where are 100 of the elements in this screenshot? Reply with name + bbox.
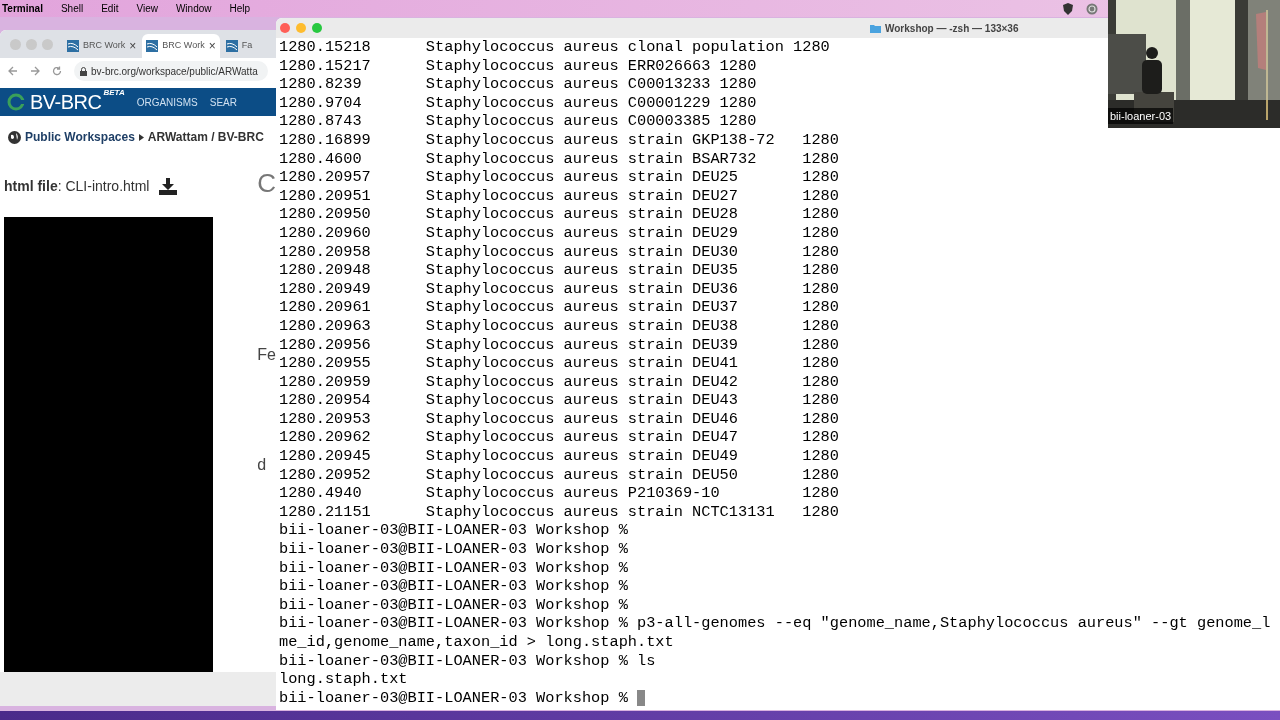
genome-entry: Staphylococcus aureus strain DEU42 1280 xyxy=(425,372,839,392)
genome-entry: Staphylococcus aureus strain NCTC13131 1280 xyxy=(425,502,839,522)
favicon-icon xyxy=(225,40,238,52)
close-button[interactable] xyxy=(280,23,290,33)
genome-entry: Staphylococcus aureus strain DEU38 1280 xyxy=(425,316,839,336)
genome-entry: Staphylococcus aureus strain DEU37 1280 xyxy=(425,298,839,317)
genome-id: 1280.20956 xyxy=(279,335,372,355)
genome-id: 1280.15217 xyxy=(279,56,372,76)
terminal-line: bii-loaner-03@BII-LOANER-03 Workshop % xyxy=(279,540,628,559)
genome-id: 1280.20951 xyxy=(279,186,372,206)
genome-entry: Staphylococcus aureus strain DEU28 1280 xyxy=(425,205,839,224)
genome-id: 1280.20945 xyxy=(279,447,372,466)
menu-item[interactable]: Help xyxy=(229,1,251,16)
browser-tab[interactable]: BRC Work × xyxy=(142,34,220,58)
genome-entry: Staphylococcus aureus strain DEU29 1280 xyxy=(425,223,839,243)
menu-item[interactable]: View xyxy=(136,1,158,16)
genome-id: 1280.20957 xyxy=(279,168,372,187)
terminal-line: bii-loaner-03@BII-LOANER-03 Workshop % xyxy=(279,521,628,541)
logo-icon xyxy=(6,93,28,111)
genome-id: 1280.20958 xyxy=(279,242,372,262)
browser-tab[interactable]: Fa xyxy=(221,34,257,58)
genome-entry: Staphylococcus aureus strain DEU27 1280 xyxy=(425,186,839,206)
tab-close-button[interactable]: × xyxy=(208,37,216,55)
section-label: d xyxy=(257,455,268,475)
menu-item[interactable]: Window xyxy=(175,1,212,16)
genome-id: 1280.20948 xyxy=(279,261,372,280)
genome-id: 1280.20961 xyxy=(279,298,372,317)
genome-entry: Staphylococcus aureus clonal population 1280 xyxy=(425,38,830,57)
window-title: Workshop — -zsh — 133×36 xyxy=(885,21,1019,36)
download-icon[interactable] xyxy=(159,178,178,195)
genome-id: 1280.20953 xyxy=(279,409,372,429)
genome-entry: Staphylococcus aureus C00001229 1280 xyxy=(425,93,757,113)
genome-entry: Staphylococcus aureus strain DEU49 1280 xyxy=(425,447,839,466)
breadcrumb-link[interactable]: ARWattam / BV-BRC xyxy=(147,128,264,146)
terminal-line: bii-loaner-03@BII-LOANER-03 Workshop % p3-all-genomes --eq "genome_name,Staphylococcus aureus" --gt genome_l xyxy=(279,614,1271,633)
genome-id: 1280.4940 xyxy=(279,484,363,503)
minimize-button[interactable] xyxy=(296,23,306,33)
tab-title: Fa xyxy=(241,39,253,53)
address-bar[interactable]: bv-brc.org/workspace/public/ARWatta xyxy=(74,61,268,81)
favicon-icon xyxy=(146,40,159,52)
genome-entry: Staphylococcus aureus strain DEU36 1280 xyxy=(425,279,839,299)
genome-id: 1280.8743 xyxy=(279,112,363,131)
genome-id: 1280.20954 xyxy=(279,391,372,410)
genome-entry: Staphylococcus aureus strain DEU30 1280 xyxy=(425,242,839,262)
menu-app-name[interactable]: Terminal xyxy=(2,1,43,16)
nav-link[interactable]: ORGANISMS xyxy=(136,94,198,110)
cursor-icon xyxy=(636,690,645,707)
caret-icon xyxy=(138,133,144,141)
genome-id: 1280.20952 xyxy=(279,465,372,485)
genome-id: 1280.20960 xyxy=(279,223,372,243)
breadcrumb-link[interactable]: Public Workspaces xyxy=(25,128,135,146)
genome-id: 1280.8239 xyxy=(279,75,363,94)
genome-id: 1280.21151 xyxy=(279,502,372,522)
tab-title: BRC Work xyxy=(83,39,126,53)
genome-entry: Staphylococcus aureus ERR026663 1280 xyxy=(425,56,757,76)
genome-entry: Staphylococcus aureus C00013233 1280 xyxy=(425,75,757,94)
site-logo[interactable]: BV-BRC xyxy=(30,87,102,117)
genome-id: 1280.20955 xyxy=(279,354,372,373)
genome-id: 1280.20949 xyxy=(279,279,372,299)
genome-entry: Staphylococcus aureus strain DEU46 1280 xyxy=(425,409,839,429)
terminal-line: bii-loaner-03@BII-LOANER-03 Workshop % ls xyxy=(279,651,656,671)
section-label: Fe xyxy=(257,345,276,365)
shield-icon[interactable] xyxy=(1062,2,1074,15)
terminal-prompt: bii-loaner-03@BII-LOANER-03 Workshop % xyxy=(279,688,628,708)
genome-entry: Staphylococcus aureus strain GKP138-72 1280 xyxy=(425,130,839,150)
genome-entry: Staphylococcus aureus strain DEU43 1280 xyxy=(425,391,839,410)
zoom-button[interactable] xyxy=(312,23,322,33)
browser-tab[interactable]: BRC Work × xyxy=(63,34,141,58)
genome-entry: Staphylococcus aureus strain BSAR732 1280 xyxy=(425,149,839,169)
genome-id: 1280.4600 xyxy=(279,149,363,169)
nav-link[interactable]: SEAR xyxy=(209,94,237,110)
file-label: html file: CLI-intro.html xyxy=(4,177,150,196)
tab-title: BRC Work xyxy=(162,39,205,53)
genome-id: 1280.20950 xyxy=(279,205,372,224)
genome-entry: Staphylococcus aureus C00003385 1280 xyxy=(425,112,757,131)
genome-id: 1280.15218 xyxy=(279,38,372,57)
genome-entry: Staphylococcus aureus strain DEU47 1280 xyxy=(425,428,839,448)
back-icon[interactable] xyxy=(8,66,18,76)
globe-icon xyxy=(8,130,21,144)
menu-item[interactable]: Shell xyxy=(60,1,84,16)
record-icon[interactable] xyxy=(1086,2,1098,15)
forward-icon[interactable] xyxy=(30,66,40,76)
terminal-line: bii-loaner-03@BII-LOANER-03 Workshop % xyxy=(279,558,628,578)
genome-entry: Staphylococcus aureus strain DEU35 1280 xyxy=(425,261,839,280)
menu-item[interactable]: Edit xyxy=(101,1,119,16)
genome-id: 1280.9704 xyxy=(279,93,363,113)
terminal-line: long.staph.txt xyxy=(279,670,408,689)
folder-icon xyxy=(870,23,881,33)
genome-entry: Staphylococcus aureus strain DEU41 1280 xyxy=(425,354,839,373)
genome-id: 1280.20963 xyxy=(279,316,372,336)
beta-label: BETA xyxy=(103,87,125,99)
genome-id: 1280.16899 xyxy=(279,130,372,150)
genome-id: 1280.20959 xyxy=(279,372,372,392)
url-text: bv-brc.org/workspace/public/ARWatta xyxy=(91,64,258,79)
reload-icon[interactable] xyxy=(52,66,62,76)
tab-close-button[interactable]: × xyxy=(129,37,137,55)
genome-entry: Staphylococcus aureus strain DEU50 1280 xyxy=(425,465,839,485)
lock-icon xyxy=(80,66,87,76)
genome-id: 1280.20962 xyxy=(279,428,372,448)
genome-entry: Staphylococcus aureus strain DEU25 1280 xyxy=(425,168,839,187)
